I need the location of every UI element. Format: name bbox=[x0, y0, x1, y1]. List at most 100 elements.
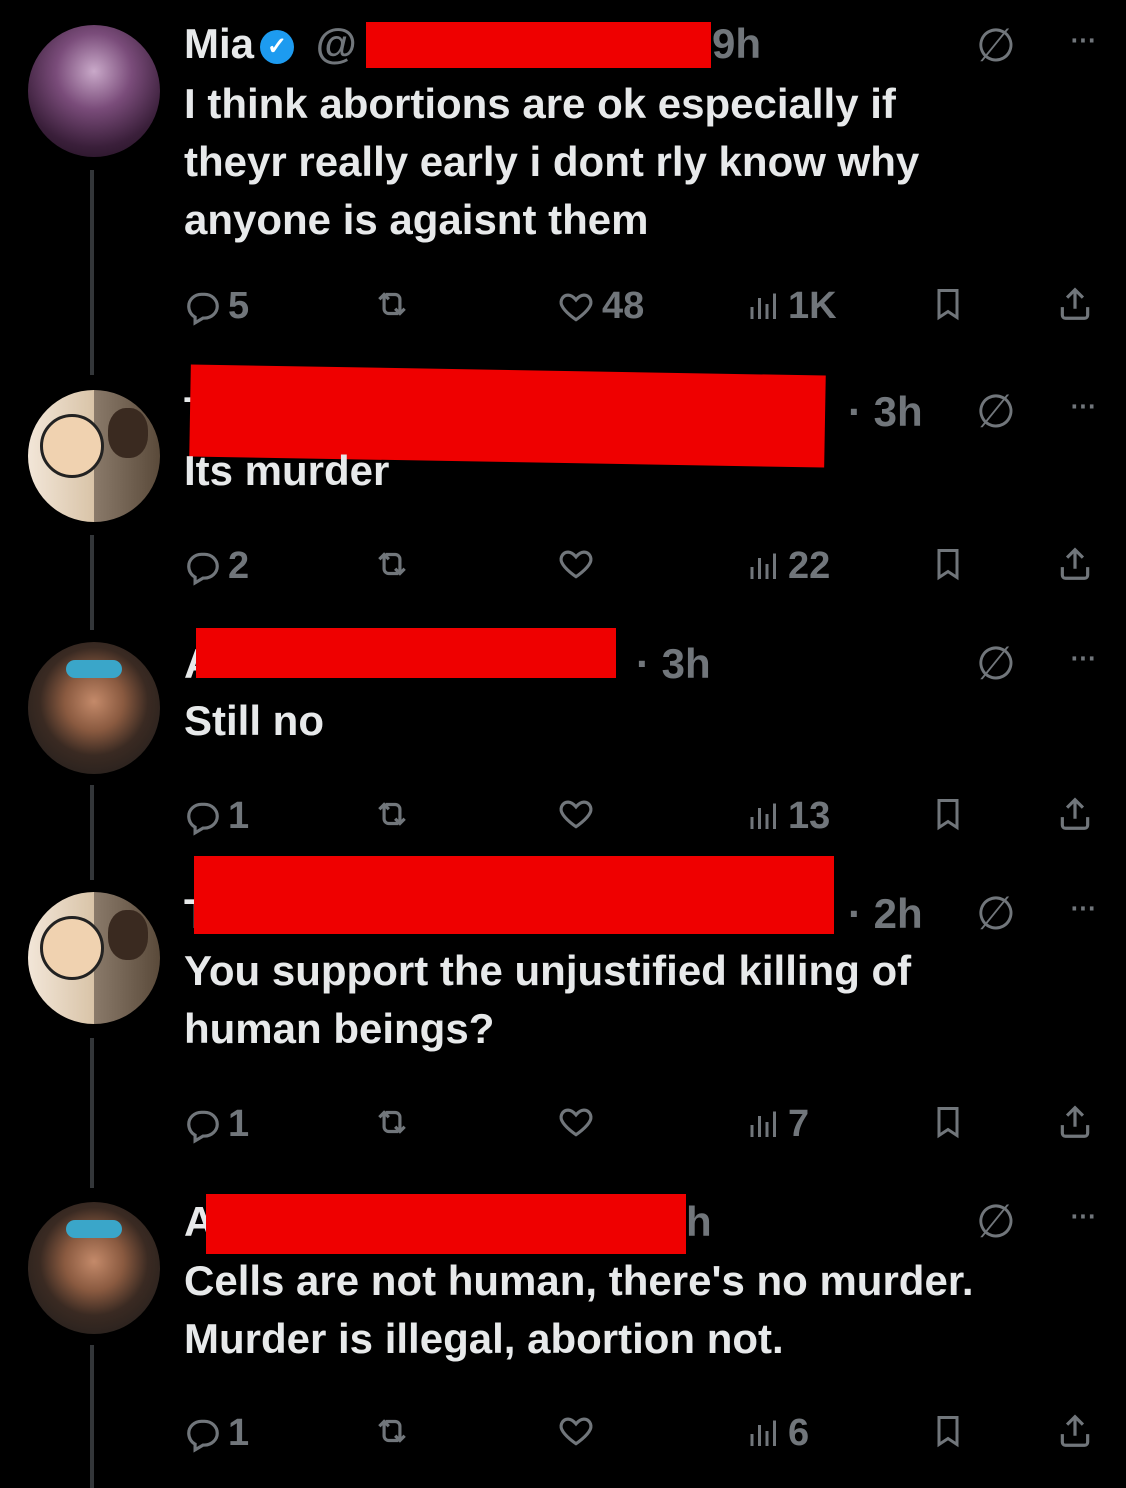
tweet-text: You support the unjustified killing of h… bbox=[184, 947, 912, 1052]
retweet-icon bbox=[372, 285, 412, 323]
views-count: 1K bbox=[788, 285, 837, 327]
bookmark-button[interactable] bbox=[930, 1103, 966, 1141]
bookmark-icon bbox=[930, 1103, 966, 1141]
like-icon bbox=[556, 545, 596, 583]
more-options-icon[interactable]: ··· bbox=[1068, 18, 1098, 61]
more-options-icon[interactable]: ··· bbox=[1068, 636, 1098, 679]
share-icon bbox=[1056, 795, 1094, 833]
share-button[interactable] bbox=[1056, 285, 1094, 323]
like-button[interactable] bbox=[556, 1103, 596, 1141]
retweet-icon bbox=[372, 545, 412, 583]
share-button[interactable] bbox=[1056, 1412, 1094, 1450]
views-button[interactable]: 7 bbox=[746, 1103, 809, 1146]
retweet-button[interactable] bbox=[372, 285, 412, 323]
like-icon bbox=[556, 1103, 596, 1141]
reply-button[interactable]: 1 bbox=[184, 795, 249, 838]
mute-icon[interactable]: ∅ bbox=[976, 886, 1016, 940]
retweet-button[interactable] bbox=[372, 795, 412, 833]
action-bar: 16 bbox=[184, 1412, 1104, 1462]
redaction-bar bbox=[366, 22, 711, 68]
timestamp[interactable]: 9h bbox=[712, 20, 761, 70]
views-count: 7 bbox=[788, 1103, 810, 1145]
views-button[interactable]: 13 bbox=[746, 795, 830, 838]
reply-count: 1 bbox=[228, 795, 250, 837]
bookmark-button[interactable] bbox=[930, 1412, 966, 1450]
timestamp[interactable]: · 3h bbox=[636, 640, 711, 690]
retweet-button[interactable] bbox=[372, 1103, 412, 1141]
retweet-icon bbox=[372, 795, 412, 833]
redaction-bar bbox=[206, 1194, 686, 1254]
like-icon bbox=[556, 1412, 596, 1450]
reply-count: 2 bbox=[228, 545, 250, 587]
views-button[interactable]: 1K bbox=[746, 285, 837, 328]
views-count: 22 bbox=[788, 545, 831, 587]
share-icon bbox=[1056, 1412, 1094, 1450]
like-button[interactable]: 48 bbox=[556, 285, 644, 328]
reply-icon bbox=[184, 288, 222, 326]
mute-icon[interactable]: ∅ bbox=[976, 1194, 1016, 1248]
more-options-icon[interactable]: ··· bbox=[1068, 886, 1098, 929]
retweet-button[interactable] bbox=[372, 545, 412, 583]
reply-button[interactable]: 1 bbox=[184, 1412, 249, 1455]
tweet-text: Its murder bbox=[184, 447, 390, 494]
tweet-text: Still no bbox=[184, 697, 324, 744]
views-icon bbox=[746, 289, 782, 325]
views-icon bbox=[746, 1416, 782, 1452]
reply-count: 1 bbox=[228, 1103, 250, 1145]
avatar[interactable] bbox=[28, 390, 160, 522]
bookmark-icon bbox=[930, 545, 966, 583]
retweet-button[interactable] bbox=[372, 1412, 412, 1450]
timestamp[interactable]: · 3h bbox=[848, 388, 923, 438]
reply-icon bbox=[184, 1106, 222, 1144]
bookmark-button[interactable] bbox=[930, 545, 966, 583]
avatar[interactable] bbox=[28, 642, 160, 774]
views-count: 6 bbox=[788, 1412, 810, 1454]
mute-icon[interactable]: ∅ bbox=[976, 384, 1016, 438]
timestamp[interactable]: h bbox=[686, 1198, 712, 1248]
like-button[interactable] bbox=[556, 1412, 596, 1450]
bookmark-button[interactable] bbox=[930, 285, 966, 323]
reply-button[interactable]: 5 bbox=[184, 285, 249, 328]
bookmark-button[interactable] bbox=[930, 795, 966, 833]
author-handle[interactable]: @ bbox=[316, 20, 357, 67]
action-bar: 5 48 1K bbox=[184, 285, 1104, 335]
timestamp[interactable]: · 2h bbox=[848, 890, 923, 940]
like-button[interactable] bbox=[556, 545, 596, 583]
views-button[interactable]: 6 bbox=[746, 1412, 809, 1455]
tweet-text: I think abortions are ok especially if t… bbox=[184, 80, 920, 243]
more-options-icon[interactable]: ··· bbox=[1068, 384, 1098, 427]
action-bar: 1 13 bbox=[184, 795, 1104, 845]
author-name[interactable]: Mia bbox=[184, 20, 254, 67]
views-count: 13 bbox=[788, 795, 831, 837]
mute-icon[interactable]: ∅ bbox=[976, 18, 1016, 72]
avatar[interactable] bbox=[28, 1202, 160, 1334]
views-icon bbox=[746, 799, 782, 835]
verified-badge-icon: ✓ bbox=[260, 29, 295, 64]
share-button[interactable] bbox=[1056, 1103, 1094, 1141]
bookmark-icon bbox=[930, 1412, 966, 1450]
share-button[interactable] bbox=[1056, 545, 1094, 583]
bookmark-icon bbox=[930, 795, 966, 833]
share-button[interactable] bbox=[1056, 795, 1094, 833]
reply-icon bbox=[184, 1415, 222, 1453]
reply-button[interactable]: 2 bbox=[184, 545, 249, 588]
redaction-bar bbox=[196, 628, 616, 678]
reply-count: 1 bbox=[228, 1412, 250, 1454]
reply-icon bbox=[184, 548, 222, 586]
views-button[interactable]: 22 bbox=[746, 545, 830, 588]
action-bar: 2 22 bbox=[184, 545, 1104, 595]
tweet-text: Cells are not human, there's no murder. … bbox=[184, 1257, 974, 1362]
more-options-icon[interactable]: ··· bbox=[1068, 1194, 1098, 1237]
like-button[interactable] bbox=[556, 795, 596, 833]
reply-button[interactable]: 1 bbox=[184, 1103, 249, 1146]
like-icon bbox=[556, 288, 596, 326]
like-icon bbox=[556, 795, 596, 833]
avatar[interactable] bbox=[28, 892, 160, 1024]
share-icon bbox=[1056, 1103, 1094, 1141]
mute-icon[interactable]: ∅ bbox=[976, 636, 1016, 690]
redaction-bar bbox=[194, 856, 834, 934]
action-bar: 17 bbox=[184, 1103, 1104, 1153]
like-count: 48 bbox=[602, 285, 645, 327]
views-icon bbox=[746, 1107, 782, 1143]
avatar[interactable] bbox=[28, 25, 160, 157]
